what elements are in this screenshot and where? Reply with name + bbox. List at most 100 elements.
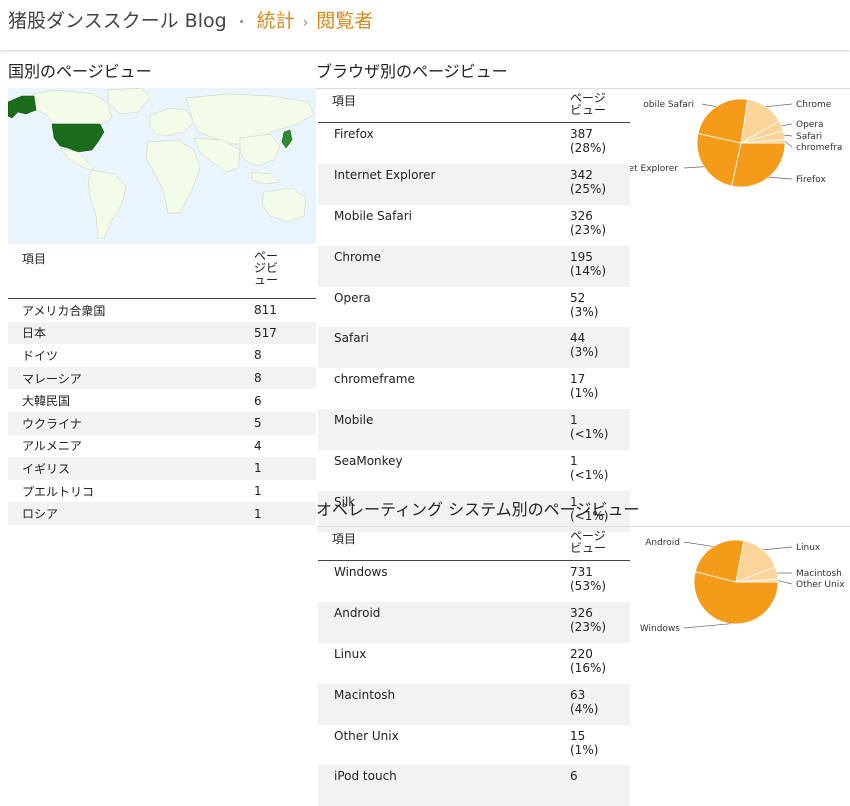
country-col-pageviews[interactable]: ページビュー xyxy=(252,246,316,299)
pie-leader-line xyxy=(769,177,792,179)
browser-percent: (1%) xyxy=(570,386,630,400)
pie-label: chromefra xyxy=(796,143,842,153)
os-count: 731 xyxy=(570,565,593,579)
os-col-pageviews-label: ページビュー xyxy=(570,530,608,554)
os-table: 項目 ページビュー Windows 731(53%) Android326(23%… xyxy=(318,527,630,806)
country-table-header: 項目 ページビュー xyxy=(8,246,316,299)
table-row: Other Unix15(1%) xyxy=(318,725,630,766)
country-name: ロシア xyxy=(8,502,252,525)
pie-leader-line xyxy=(763,547,792,550)
table-row: Safari44(3%) xyxy=(318,327,630,368)
pie-leader-line xyxy=(684,624,731,628)
map-europe xyxy=(150,108,194,136)
browser-name: Chrome xyxy=(318,246,564,287)
browser-count: 326 xyxy=(570,209,593,223)
pie-label: et Explorer xyxy=(630,164,678,174)
top-bar: 猪股ダンススクール Blog・統計›閲覧者 xyxy=(0,0,850,50)
os-value: 326(23%) xyxy=(564,602,630,643)
browser-col-pageviews-label: ページビュー xyxy=(570,92,608,116)
browser-value: 1(<1%) xyxy=(564,450,630,491)
os-name: Android xyxy=(318,602,564,643)
browser-count: 1 xyxy=(570,413,578,427)
country-name: アメリカ合衆国 xyxy=(8,299,252,322)
country-value: 5 xyxy=(252,412,316,435)
browser-count: 52 xyxy=(570,291,585,305)
pie-leader-line xyxy=(766,104,792,107)
os-percent: (1%) xyxy=(570,743,630,757)
os-name: iPod touch xyxy=(318,765,564,806)
browser-name: Firefox xyxy=(318,123,564,164)
table-row: Windows 731(53%) xyxy=(318,561,630,602)
os-pie-chart[interactable]: WindowsAndroidLinuxMacintoshOther Unix xyxy=(630,527,850,637)
browser-table: 項目 ページビュー Firefox387(28%) Internet Explo… xyxy=(318,89,630,532)
map-canada xyxy=(32,90,112,128)
os-percent: (53%) xyxy=(570,579,630,593)
pie-label: Android xyxy=(645,538,680,548)
breadcrumb-blog-title[interactable]: 猪股ダンススクール Blog xyxy=(8,10,227,32)
browser-count: 17 xyxy=(570,372,585,386)
os-section-title: オペレーティング システム別のページビュー xyxy=(316,496,639,520)
table-row: Chrome195(14%) xyxy=(318,246,630,287)
os-name: Other Unix xyxy=(318,725,564,766)
country-value: 517 xyxy=(252,322,316,345)
country-name: 大韓民国 xyxy=(8,389,252,412)
breadcrumb-stats-link[interactable]: 統計 xyxy=(257,10,295,32)
country-name: アルメニア xyxy=(8,435,252,458)
table-row: 大韓民国6 xyxy=(8,389,316,412)
os-count: 220 xyxy=(570,647,593,661)
pie-leader-line xyxy=(702,104,716,107)
table-row: ウクライナ5 xyxy=(8,412,316,435)
pie-label: Linux xyxy=(796,543,821,553)
map-se-asia xyxy=(252,172,280,184)
os-col-item[interactable]: 項目 xyxy=(318,527,564,561)
browser-percent: (<1%) xyxy=(570,427,630,441)
map-australia xyxy=(262,188,306,222)
pie-leader-line xyxy=(778,581,792,584)
os-name: Windows xyxy=(318,561,564,602)
breadcrumb-viewers-link[interactable]: 閲覧者 xyxy=(316,10,373,32)
browser-col-item[interactable]: 項目 xyxy=(318,89,564,123)
country-name: 日本 xyxy=(8,322,252,345)
table-row: ロシア1 xyxy=(8,502,316,525)
os-count: 326 xyxy=(570,606,593,620)
browser-value: 387(28%) xyxy=(564,123,630,164)
os-value: 15(1%) xyxy=(564,725,630,766)
pie-leader-line xyxy=(784,135,792,136)
table-row: プエルトリコ1 xyxy=(8,480,316,503)
table-row: SeaMonkey1(<1%) xyxy=(318,450,630,491)
country-value: 8 xyxy=(252,367,316,390)
browser-col-pageviews[interactable]: ページビュー xyxy=(564,89,630,123)
pie-label: Opera xyxy=(796,120,824,130)
browser-name: Opera xyxy=(318,287,564,328)
table-row: iPod touch 6 xyxy=(318,765,630,806)
browser-value: 52(3%) xyxy=(564,287,630,328)
pie-leader-line xyxy=(684,167,704,168)
browser-pie-chart[interactable]: Firefoxet Explorerobile SafariChromeOper… xyxy=(630,89,850,199)
browser-value: 17(1%) xyxy=(564,368,630,409)
table-row: 日本517 xyxy=(8,322,316,345)
os-col-pageviews[interactable]: ページビュー xyxy=(564,527,630,561)
country-col-item[interactable]: 項目 xyxy=(8,246,252,299)
browser-count: 1 xyxy=(570,454,578,468)
browser-percent: (<1%) xyxy=(570,468,630,482)
os-percent: (16%) xyxy=(570,661,630,675)
os-count: 6 xyxy=(570,769,578,783)
pie-leader-line xyxy=(684,542,713,547)
browser-name: Mobile xyxy=(318,409,564,450)
pie-label: Safari xyxy=(796,132,822,142)
world-map[interactable] xyxy=(8,88,316,244)
browser-count: 387 xyxy=(570,127,593,141)
browser-value: 326(23%) xyxy=(564,205,630,246)
world-map-svg xyxy=(8,88,316,244)
browser-count: 195 xyxy=(570,250,593,264)
country-name: マレーシア xyxy=(8,367,252,390)
table-row: アルメニア4 xyxy=(8,435,316,458)
country-col-pageviews-label: ページビュー xyxy=(254,250,282,286)
browser-count: 44 xyxy=(570,331,585,345)
table-row: Mobile Safari326(23%) xyxy=(318,205,630,246)
browser-name: chromeframe xyxy=(318,368,564,409)
table-row: Macintosh63(4%) xyxy=(318,684,630,725)
table-row: Linux220(16%) xyxy=(318,643,630,684)
os-percent: (4%) xyxy=(570,702,630,716)
table-row: アメリカ合衆国811 xyxy=(8,299,316,322)
